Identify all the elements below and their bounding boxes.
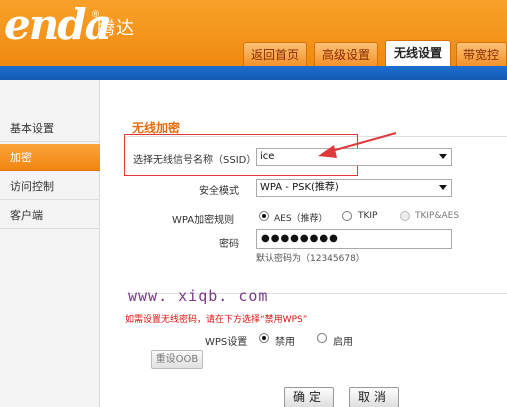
- sidebar-item-clients[interactable]: 客户端: [0, 202, 100, 229]
- tab-wireless[interactable]: 无线设置: [385, 40, 451, 66]
- wpa-aes-label: AES（推荐）: [274, 214, 328, 224]
- ok-button[interactable]: 确定: [284, 387, 334, 407]
- security-mode-select[interactable]: WPA - PSK(推荐): [256, 179, 452, 197]
- brand-logo-chinese: 腾达: [97, 18, 135, 39]
- tab-home[interactable]: 返回首页: [243, 42, 307, 66]
- chevron-down-icon: [439, 185, 447, 190]
- reset-oob-button[interactable]: 重设OOB: [151, 350, 203, 369]
- wps-enable-radio[interactable]: [317, 333, 327, 343]
- security-mode-label: 安全模式: [199, 186, 239, 197]
- ssid-label: 选择无线信号名称（SSID）: [133, 155, 257, 166]
- security-mode-value: WPA - PSK(推荐): [260, 182, 339, 193]
- wps-enable-label: 启用: [333, 337, 353, 348]
- wps-disable-radio[interactable]: [259, 333, 269, 343]
- ssid-select[interactable]: ice: [256, 148, 452, 166]
- wps-warning: 如需设置无线密码，请在下方选择“禁用WPS”: [125, 315, 308, 325]
- watermark-text: www. xiqb. com: [128, 287, 269, 305]
- cancel-button[interactable]: 取消: [349, 387, 399, 407]
- wpa-tkipaes-label: TKIP&AES: [415, 211, 460, 221]
- wps-disable-label: 禁用: [275, 337, 295, 348]
- tab-bandwidth[interactable]: 带宽控: [456, 42, 507, 66]
- wpa-aes-radio[interactable]: [259, 211, 269, 221]
- wpa-tkip-label: TKIP: [358, 211, 378, 221]
- sidebar: 基本设置 加密 访问控制 客户端: [0, 80, 100, 407]
- password-hint: 默认密码为（12345678）: [256, 254, 365, 264]
- header-banner: enda ® 腾达 返回首页 高级设置 无线设置 带宽控: [0, 0, 507, 66]
- chevron-down-icon: [439, 154, 447, 159]
- wpa-tkipaes-radio: [400, 211, 410, 221]
- password-label: 密码: [219, 239, 239, 250]
- sidebar-item-basic[interactable]: 基本设置: [0, 115, 100, 142]
- brand-logo: enda: [4, 0, 112, 49]
- tab-advanced[interactable]: 高级设置: [314, 42, 378, 66]
- nav-divider-bar: [0, 66, 507, 80]
- password-input[interactable]: ●●●●●●●●: [256, 229, 452, 249]
- wpa-tkip-radio[interactable]: [342, 211, 352, 221]
- sidebar-item-security[interactable]: 加密: [0, 144, 100, 171]
- ssid-select-value: ice: [260, 151, 275, 162]
- wpa-rule-label: WPA加密规则: [172, 215, 235, 226]
- wps-label: WPS设置: [205, 337, 248, 348]
- sidebar-item-access-control[interactable]: 访问控制: [0, 173, 100, 200]
